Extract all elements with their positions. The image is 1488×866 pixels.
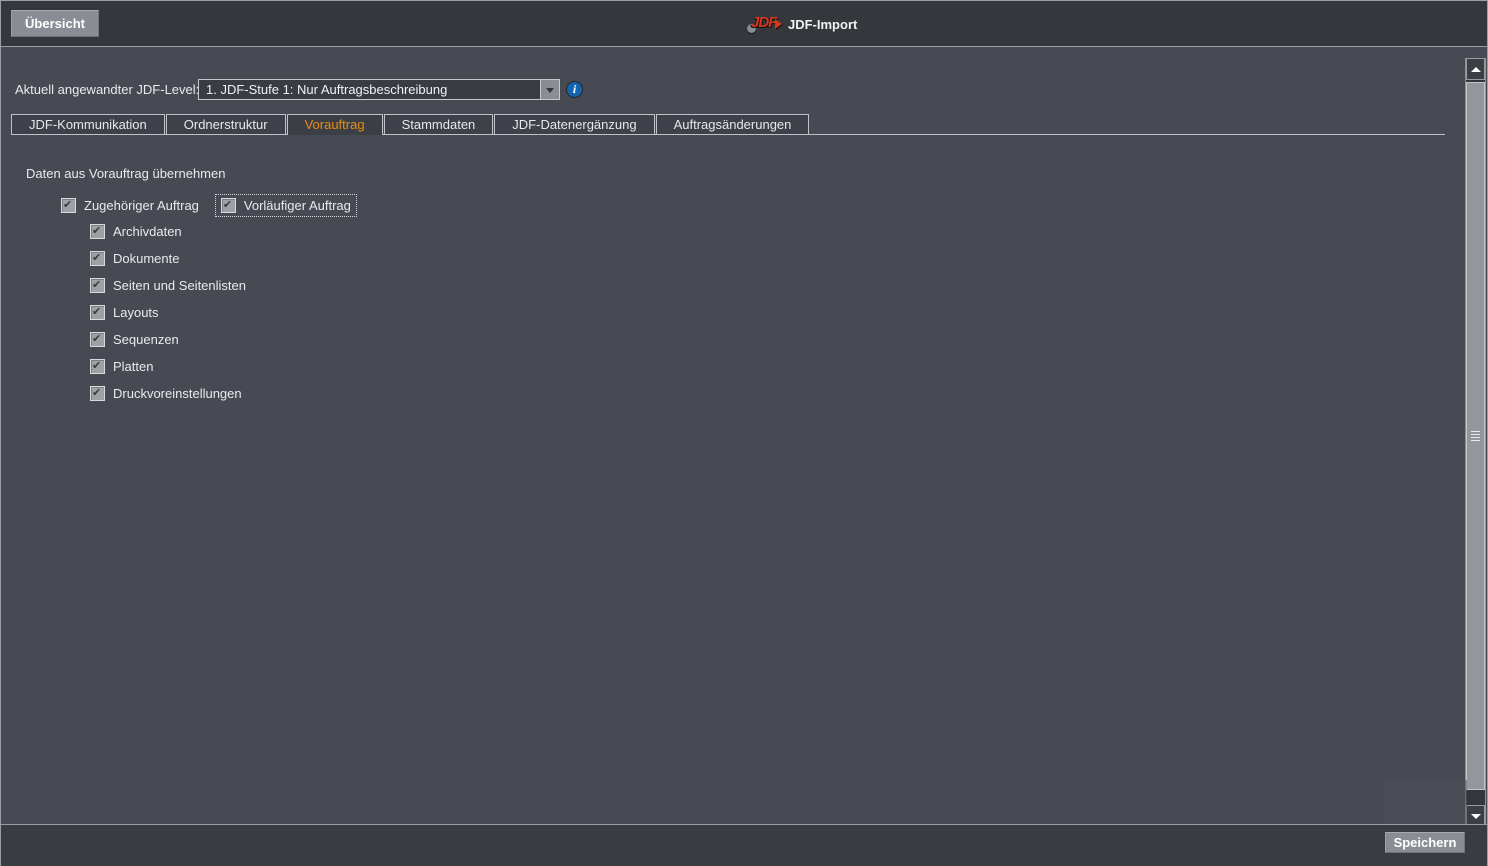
- checkbox-row-layouts: Layouts: [90, 299, 246, 326]
- jdf-logo-arrow-icon: [775, 19, 782, 29]
- checkbox-label: Seiten und Seitenlisten: [113, 278, 246, 293]
- checkbox-row-druckvoreinstellungen: Druckvoreinstellungen: [90, 380, 246, 407]
- checkbox-group-vorlaeufiger-auftrag[interactable]: Vorläufiger Auftrag: [215, 194, 357, 217]
- tab-vorauftrag[interactable]: Vorauftrag: [287, 114, 383, 135]
- jdf-logo-text: JDF: [751, 14, 776, 31]
- checkbox-label: Dokumente: [113, 251, 179, 266]
- checkbox-row-platten: Platten: [90, 353, 246, 380]
- tab-jdf-datenergaenzung[interactable]: JDF-Datenergänzung: [494, 114, 654, 134]
- parent-checkbox-row: Zugehöriger Auftrag Vorläufiger Auftrag: [55, 194, 357, 217]
- checkbox-label: Sequenzen: [113, 332, 179, 347]
- checkbox[interactable]: [90, 224, 105, 239]
- jdf-level-select[interactable]: 1. JDF-Stufe 1: Nur Auftragsbeschreibung: [198, 79, 560, 100]
- vertical-scrollbar[interactable]: [1465, 58, 1486, 826]
- checkbox[interactable]: [90, 305, 105, 320]
- checkbox[interactable]: [90, 332, 105, 347]
- checkbox-label: Zugehöriger Auftrag: [84, 198, 199, 213]
- title-group: JDF JDF-Import: [747, 12, 857, 36]
- jdf-level-label: Aktuell angewandter JDF-Level:: [15, 82, 199, 97]
- scrollbar-up-button[interactable]: [1466, 58, 1485, 80]
- dropdown-arrow-button[interactable]: [540, 80, 559, 99]
- page-title: JDF-Import: [788, 17, 857, 32]
- checkbox[interactable]: [90, 359, 105, 374]
- checkbox-label: Archivdaten: [113, 224, 182, 239]
- panel-heading: Daten aus Vorauftrag übernehmen: [26, 166, 225, 181]
- checkbox-label: Platten: [113, 359, 153, 374]
- scrollbar-down-button[interactable]: [1466, 805, 1485, 826]
- checkbox-row-archivdaten: Archivdaten: [90, 218, 246, 245]
- tab-jdf-kommunikation[interactable]: JDF-Kommunikation: [11, 114, 165, 134]
- footer-highlight-patch: [1384, 780, 1467, 824]
- info-icon[interactable]: i: [567, 82, 582, 97]
- checkbox[interactable]: [90, 386, 105, 401]
- tab-stammdaten[interactable]: Stammdaten: [384, 114, 494, 134]
- triangle-up-icon: [1471, 67, 1481, 72]
- jdf-import-window: Übersicht JDF JDF-Import Aktuell angewan…: [0, 0, 1488, 866]
- triangle-down-icon: [1471, 814, 1481, 819]
- checkbox-group-zugehoeriger-auftrag[interactable]: Zugehöriger Auftrag: [55, 194, 205, 217]
- checkbox-label: Druckvoreinstellungen: [113, 386, 242, 401]
- tab-auftragsaenderungen[interactable]: Auftragsänderungen: [656, 114, 810, 134]
- jdf-level-selected-value: 1. JDF-Stufe 1: Nur Auftragsbeschreibung: [206, 80, 447, 99]
- tab-ordnerstruktur[interactable]: Ordnerstruktur: [166, 114, 286, 134]
- checkbox[interactable]: [221, 198, 236, 213]
- overview-button[interactable]: Übersicht: [11, 10, 99, 37]
- chevron-down-icon: [546, 88, 554, 93]
- checkbox-label: Vorläufiger Auftrag: [244, 198, 351, 213]
- checkbox-row-sequenzen: Sequenzen: [90, 326, 246, 353]
- checkbox-row-seiten-und-seitenlisten: Seiten und Seitenlisten: [90, 272, 246, 299]
- scrollbar-thumb[interactable]: [1466, 82, 1485, 790]
- jdf-logo-icon: JDF: [747, 13, 781, 35]
- checkbox[interactable]: [90, 278, 105, 293]
- tab-bar: JDF-Kommunikation Ordnerstruktur Vorauft…: [11, 114, 809, 135]
- checkbox-label: Layouts: [113, 305, 159, 320]
- top-bar: Übersicht JDF JDF-Import: [1, 1, 1487, 47]
- checkbox[interactable]: [90, 251, 105, 266]
- checkbox-row-dokumente: Dokumente: [90, 245, 246, 272]
- sub-checkbox-list: Archivdaten Dokumente Seiten und Seitenl…: [90, 218, 246, 407]
- scrollbar-grip-icon: [1471, 431, 1480, 443]
- checkbox[interactable]: [61, 198, 76, 213]
- save-button[interactable]: Speichern: [1385, 832, 1465, 853]
- bottom-bar: Speichern: [1, 824, 1487, 866]
